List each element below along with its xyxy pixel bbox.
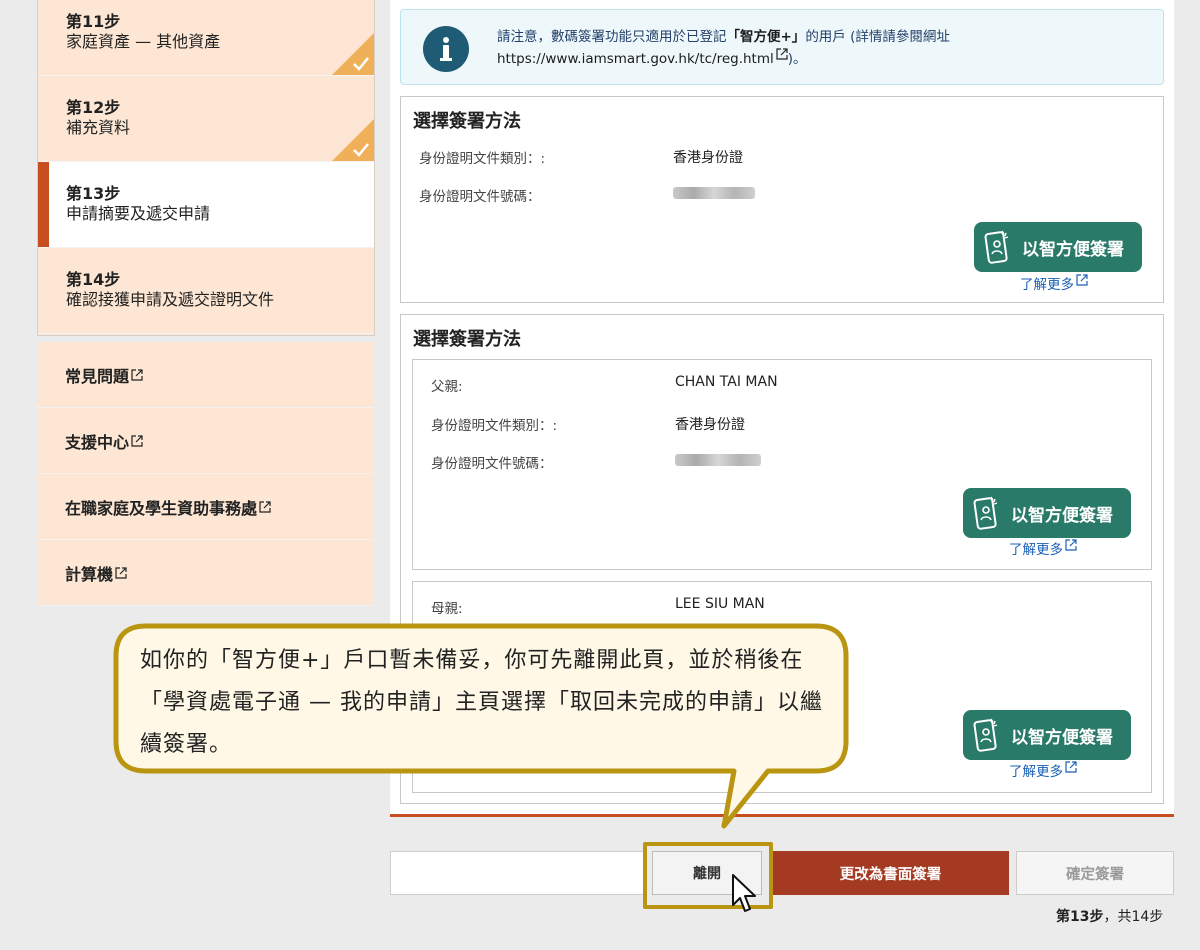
iamsmart-url-link[interactable]: https://www.iamsmart.gov.hk/tc/reg.html bbox=[497, 51, 774, 67]
doc-type-value: 香港身份證 bbox=[673, 150, 743, 166]
link-label: 在職家庭及學生資助事務處 bbox=[65, 498, 258, 518]
step-name: 家庭資產 — 其他資產 bbox=[66, 32, 221, 51]
external-link-icon bbox=[1065, 539, 1077, 551]
calculator-link[interactable]: 計算機 bbox=[37, 540, 373, 606]
completed-check-icon bbox=[332, 33, 374, 75]
external-link-icon bbox=[1065, 761, 1077, 773]
father-name: CHAN TAI MAN bbox=[675, 374, 778, 390]
learn-more-link[interactable]: 了解更多 bbox=[1009, 538, 1077, 558]
learn-more-link[interactable]: 了解更多 bbox=[1020, 273, 1088, 293]
step-item-13-current[interactable]: 第13步 申請摘要及遞交申請 bbox=[38, 162, 374, 248]
card-title: 選擇簽署方法 bbox=[413, 329, 521, 350]
doc-no-label: 身份證明文件號碼： bbox=[431, 456, 553, 472]
notice-text: 請注意，數碼簽署功能只適用於已登記「智方便+」的用戶 (詳情請參閱網址 http… bbox=[497, 29, 950, 67]
mouse-cursor-icon bbox=[732, 874, 756, 912]
completed-check-icon bbox=[332, 119, 374, 161]
iamsmart-phone-icon bbox=[984, 230, 1009, 264]
step-name: 確認接獲申請及遞交證明文件 bbox=[66, 290, 275, 309]
step-item-12[interactable]: 第12步 補充資料 bbox=[38, 76, 374, 162]
link-label: 支援中心 bbox=[65, 432, 130, 452]
redacted-doc-number bbox=[675, 454, 761, 466]
iamsmart-sign-button-mother[interactable]: 以智方便簽署 bbox=[963, 710, 1131, 760]
step-counter: 第13步，共14步 bbox=[1056, 909, 1164, 925]
doc-type-label: 身份證明文件類別：: bbox=[431, 418, 558, 434]
button-label: 以智方便簽署 bbox=[1011, 505, 1113, 526]
doc-no-label: 身份證明文件號碼： bbox=[419, 189, 541, 205]
step-item-11[interactable]: 第11步 家庭資產 — 其他資產 bbox=[38, 0, 374, 76]
external-link-icon bbox=[131, 368, 143, 381]
step-name: 申請摘要及遞交申請 bbox=[66, 204, 211, 223]
external-link-icon bbox=[115, 566, 127, 579]
button-label: 以智方便簽署 bbox=[1022, 239, 1124, 260]
confirm-signature-button[interactable]: 確定簽署 bbox=[1016, 851, 1174, 895]
external-link-icon bbox=[1076, 274, 1088, 286]
sidebar-links: 常見問題 支援中心 在職家庭及學生資助事務處 計算機 bbox=[37, 342, 373, 606]
iamsmart-phone-icon bbox=[973, 718, 998, 752]
callout-text: 如你的「智方便+」戶口暫未備妥，你可先離開此頁，並於稍後在「學資處電子通 — 我… bbox=[140, 648, 823, 757]
iamsmart-phone-icon bbox=[973, 496, 998, 530]
change-to-paper-signature-button[interactable]: 更改為書面簽署 bbox=[772, 851, 1009, 895]
iamsmart-sign-button[interactable]: 以智方便簽署 bbox=[974, 222, 1142, 272]
action-bar-spacer bbox=[390, 851, 646, 895]
redacted-doc-number bbox=[673, 187, 755, 199]
faq-link[interactable]: 常見問題 bbox=[37, 342, 373, 408]
notice-box: 請注意，數碼簽署功能只適用於已登記「智方便+」的用戶 (詳情請參閱網址 http… bbox=[400, 9, 1164, 85]
main-panel-divider bbox=[390, 814, 1174, 817]
info-icon bbox=[423, 26, 469, 72]
card-title: 選擇簽署方法 bbox=[413, 111, 521, 132]
step-navigation: 第11步 家庭資產 — 其他資產 第12步 補充資料 第13步 申請摘要及遞交申… bbox=[37, 0, 375, 336]
external-link-icon bbox=[776, 48, 788, 60]
link-label: 計算機 bbox=[65, 564, 114, 584]
mother-label: 母親: bbox=[431, 601, 463, 617]
doc-type-value: 香港身份證 bbox=[675, 417, 745, 433]
mother-name: LEE SIU MAN bbox=[675, 596, 765, 612]
doc-type-label: 身份證明文件類別：: bbox=[419, 151, 546, 167]
link-label: 常見問題 bbox=[65, 366, 130, 386]
step-item-14[interactable]: 第14步 確認接獲申請及遞交證明文件 bbox=[38, 248, 374, 334]
external-link-icon bbox=[259, 500, 271, 513]
learn-more-link[interactable]: 了解更多 bbox=[1009, 760, 1077, 780]
father-sign-section: 父親: CHAN TAI MAN 身份證明文件類別：: 香港身份證 身份證明文件… bbox=[412, 359, 1152, 570]
iamsmart-sign-button-father[interactable]: 以智方便簽署 bbox=[963, 488, 1131, 538]
external-link-icon bbox=[131, 434, 143, 447]
father-label: 父親: bbox=[431, 379, 463, 395]
button-label: 以智方便簽署 bbox=[1011, 727, 1113, 748]
wfsfaa-link[interactable]: 在職家庭及學生資助事務處 bbox=[37, 474, 373, 540]
step-name: 補充資料 bbox=[66, 118, 131, 137]
applicant-sign-card: 選擇簽署方法 身份證明文件類別：: 香港身份證 身份證明文件號碼： 以智方便簽署… bbox=[400, 96, 1164, 303]
support-center-link[interactable]: 支援中心 bbox=[37, 408, 373, 474]
